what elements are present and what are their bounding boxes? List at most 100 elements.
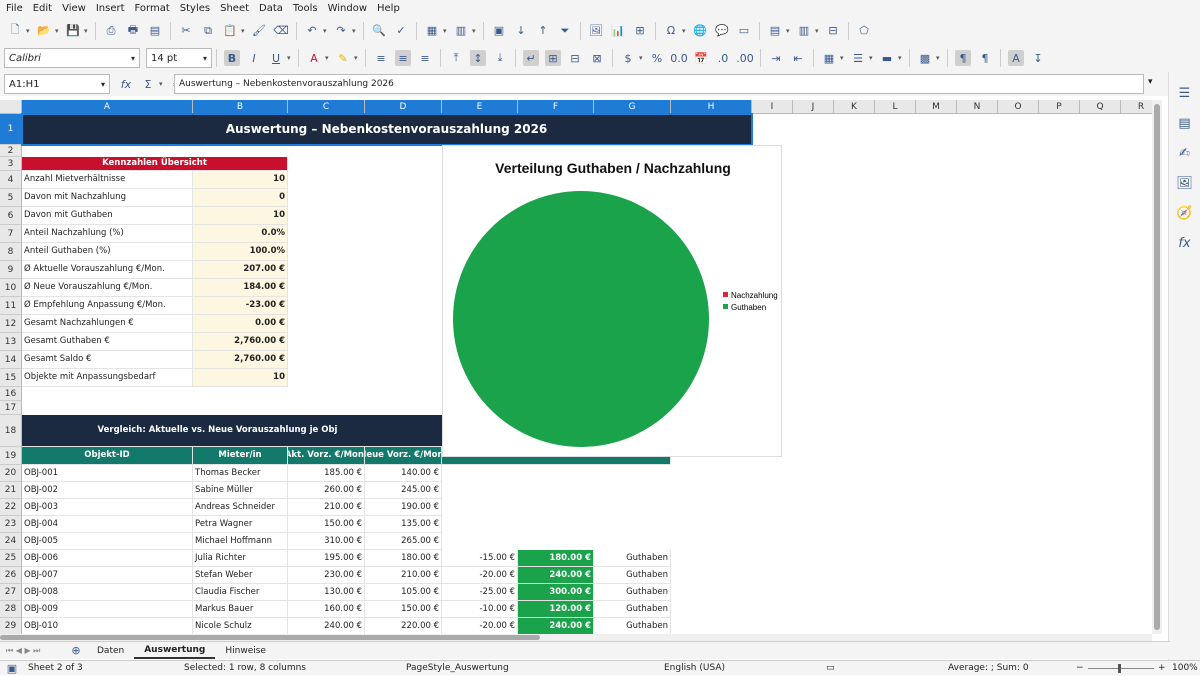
column-header-r[interactable]: R [1121, 100, 1152, 114]
akt-vorz[interactable]: 210.00 € [288, 499, 365, 516]
print-icon[interactable]: 🖶 [125, 23, 141, 39]
objekt-id[interactable]: OBJ-007 [22, 567, 193, 584]
add-sheet-icon[interactable]: ⊕ [68, 643, 84, 659]
row-header-22[interactable]: 22 [0, 499, 22, 516]
row-header-28[interactable]: 28 [0, 601, 22, 618]
merge-center-icon[interactable]: ⊞ [545, 50, 561, 66]
gallery-icon[interactable]: 🖼 [1176, 174, 1194, 192]
row-header-4[interactable]: 4 [0, 171, 22, 189]
differenz[interactable]: -10.00 € [442, 601, 518, 618]
menu-view[interactable]: View [60, 3, 94, 14]
saldo[interactable]: 300.00 € [518, 584, 594, 601]
kpi-value[interactable]: 0 [193, 189, 288, 207]
column-header-a[interactable]: A [22, 100, 193, 114]
insert-chart-icon[interactable]: 📊 [610, 23, 626, 39]
kpi-label[interactable]: Gesamt Saldo € [22, 351, 193, 369]
neue-vorz[interactable]: 135.00 € [365, 516, 442, 533]
align-top-icon[interactable]: ⤒ [448, 50, 464, 66]
align-bottom-icon[interactable]: ⤓ [492, 50, 508, 66]
navigator-icon[interactable]: 🧭 [1176, 204, 1194, 222]
row-header-18[interactable]: 18 [0, 415, 22, 447]
font-name-box[interactable]: Calibri ▾ [4, 48, 140, 68]
objekt-id[interactable]: OBJ-001 [22, 465, 193, 482]
find-replace-icon[interactable]: 🔍 [371, 23, 387, 39]
zoom-slider[interactable] [1088, 668, 1154, 669]
column-header-g[interactable]: G [594, 100, 671, 114]
row-header-26[interactable]: 26 [0, 567, 22, 584]
zoom-level[interactable]: 100% [1172, 663, 1198, 673]
row-header-19[interactable]: 19 [0, 447, 22, 465]
kpi-value[interactable]: 184.00 € [193, 279, 288, 297]
mieter[interactable]: Sabine Müller [193, 482, 288, 499]
akt-vorz[interactable]: 150.00 € [288, 516, 365, 533]
column-header-q[interactable]: Q [1080, 100, 1121, 114]
menu-format[interactable]: Format [133, 3, 178, 14]
mieter[interactable]: Michael Hoffmann [193, 533, 288, 550]
paste-icon[interactable]: 📋 [222, 23, 238, 39]
neue-vorz[interactable]: 265.00 € [365, 533, 442, 550]
row-header-20[interactable]: 20 [0, 465, 22, 482]
column-header-l[interactable]: L [875, 100, 916, 114]
objekt-id[interactable]: OBJ-010 [22, 618, 193, 634]
neue-vorz[interactable]: 220.00 € [365, 618, 442, 634]
sort-descending-icon[interactable]: ↑ [535, 23, 551, 39]
row-header-1[interactable]: 1 [0, 114, 22, 145]
akt-vorz[interactable]: 260.00 € [288, 482, 365, 499]
redo-icon[interactable]: ↷ [333, 23, 349, 39]
kpi-label[interactable]: Ø Aktuelle Vorauszahlung €/Mon. [22, 261, 193, 279]
hyperlink-icon[interactable]: 🌐 [692, 23, 708, 39]
increase-indent-icon[interactable]: ⇥ [768, 50, 784, 66]
clone-format-icon[interactable]: 🖌 [251, 23, 267, 39]
row-header-3[interactable]: 3 [0, 157, 22, 171]
row-header-7[interactable]: 7 [0, 225, 22, 243]
kpi-value[interactable]: 207.00 € [193, 261, 288, 279]
kpi-label[interactable]: Davon mit Guthaben [22, 207, 193, 225]
pivot-table-icon[interactable]: ⊞ [632, 23, 648, 39]
ltr-icon[interactable]: ¶ [955, 50, 971, 66]
row-header-15[interactable]: 15 [0, 369, 22, 387]
neue-vorz[interactable]: 140.00 € [365, 465, 442, 482]
neue-vorz[interactable]: 210.00 € [365, 567, 442, 584]
formula-input[interactable]: Auswertung – Nebenkostenvorauszahlung 20… [174, 74, 1144, 94]
pie-chart[interactable]: Verteilung Guthaben / Nachzahlung Nachza… [442, 145, 782, 457]
function-wizard-icon[interactable]: fx [118, 76, 134, 92]
kpi-label[interactable]: Anteil Guthaben (%) [22, 243, 193, 261]
highlight-color-icon[interactable]: ✎ [335, 50, 351, 66]
language[interactable]: English (USA) [664, 663, 725, 673]
column-header-m[interactable]: M [916, 100, 957, 114]
mieter[interactable]: Thomas Becker [193, 465, 288, 482]
kpi-value[interactable]: 2,760.00 € [193, 351, 288, 369]
number-format-icon[interactable]: 0.0 [670, 50, 688, 66]
column-header-h[interactable]: H [671, 100, 752, 114]
row-header-8[interactable]: 8 [0, 243, 22, 261]
properties-icon[interactable]: ▤ [1176, 114, 1194, 132]
saldo[interactable]: 240.00 € [518, 567, 594, 584]
kpi-value[interactable]: 10 [193, 171, 288, 189]
zoom-thumb[interactable] [1118, 664, 1121, 673]
sheet-tab-auswertung[interactable]: Auswertung [134, 643, 216, 659]
add-decimal-icon[interactable]: .0 [715, 50, 731, 66]
neue-vorz[interactable]: 245.00 € [365, 482, 442, 499]
menu-styles[interactable]: Styles [178, 3, 218, 14]
split-window-icon[interactable]: ⊟ [825, 23, 841, 39]
kpi-label[interactable]: Ø Empfehlung Anpassung €/Mon. [22, 297, 193, 315]
objekt-id[interactable]: OBJ-009 [22, 601, 193, 618]
mieter[interactable]: Markus Bauer [193, 601, 288, 618]
column-header-k[interactable]: K [834, 100, 875, 114]
mieter[interactable]: Stefan Weber [193, 567, 288, 584]
mieter[interactable]: Claudia Fischer [193, 584, 288, 601]
border-style-icon[interactable]: ☰ [850, 50, 866, 66]
border-color-icon[interactable]: ▬ [879, 50, 895, 66]
header-footer-icon[interactable]: ▭ [736, 23, 752, 39]
compare-col-header[interactable]: Akt. Vorz. €/Mon. [288, 447, 365, 465]
pie-slice-guthaben[interactable] [453, 191, 709, 447]
row-header-17[interactable]: 17 [0, 401, 22, 415]
column-header-d[interactable]: D [365, 100, 442, 114]
rtl-icon[interactable]: ¶ [977, 50, 993, 66]
differenz[interactable]: -20.00 € [442, 618, 518, 634]
sort-ascending-icon[interactable]: ↓ [513, 23, 529, 39]
row-header-16[interactable]: 16 [0, 387, 22, 401]
mieter[interactable]: Petra Wagner [193, 516, 288, 533]
row-header-12[interactable]: 12 [0, 315, 22, 333]
kpi-label[interactable]: Gesamt Nachzahlungen € [22, 315, 193, 333]
